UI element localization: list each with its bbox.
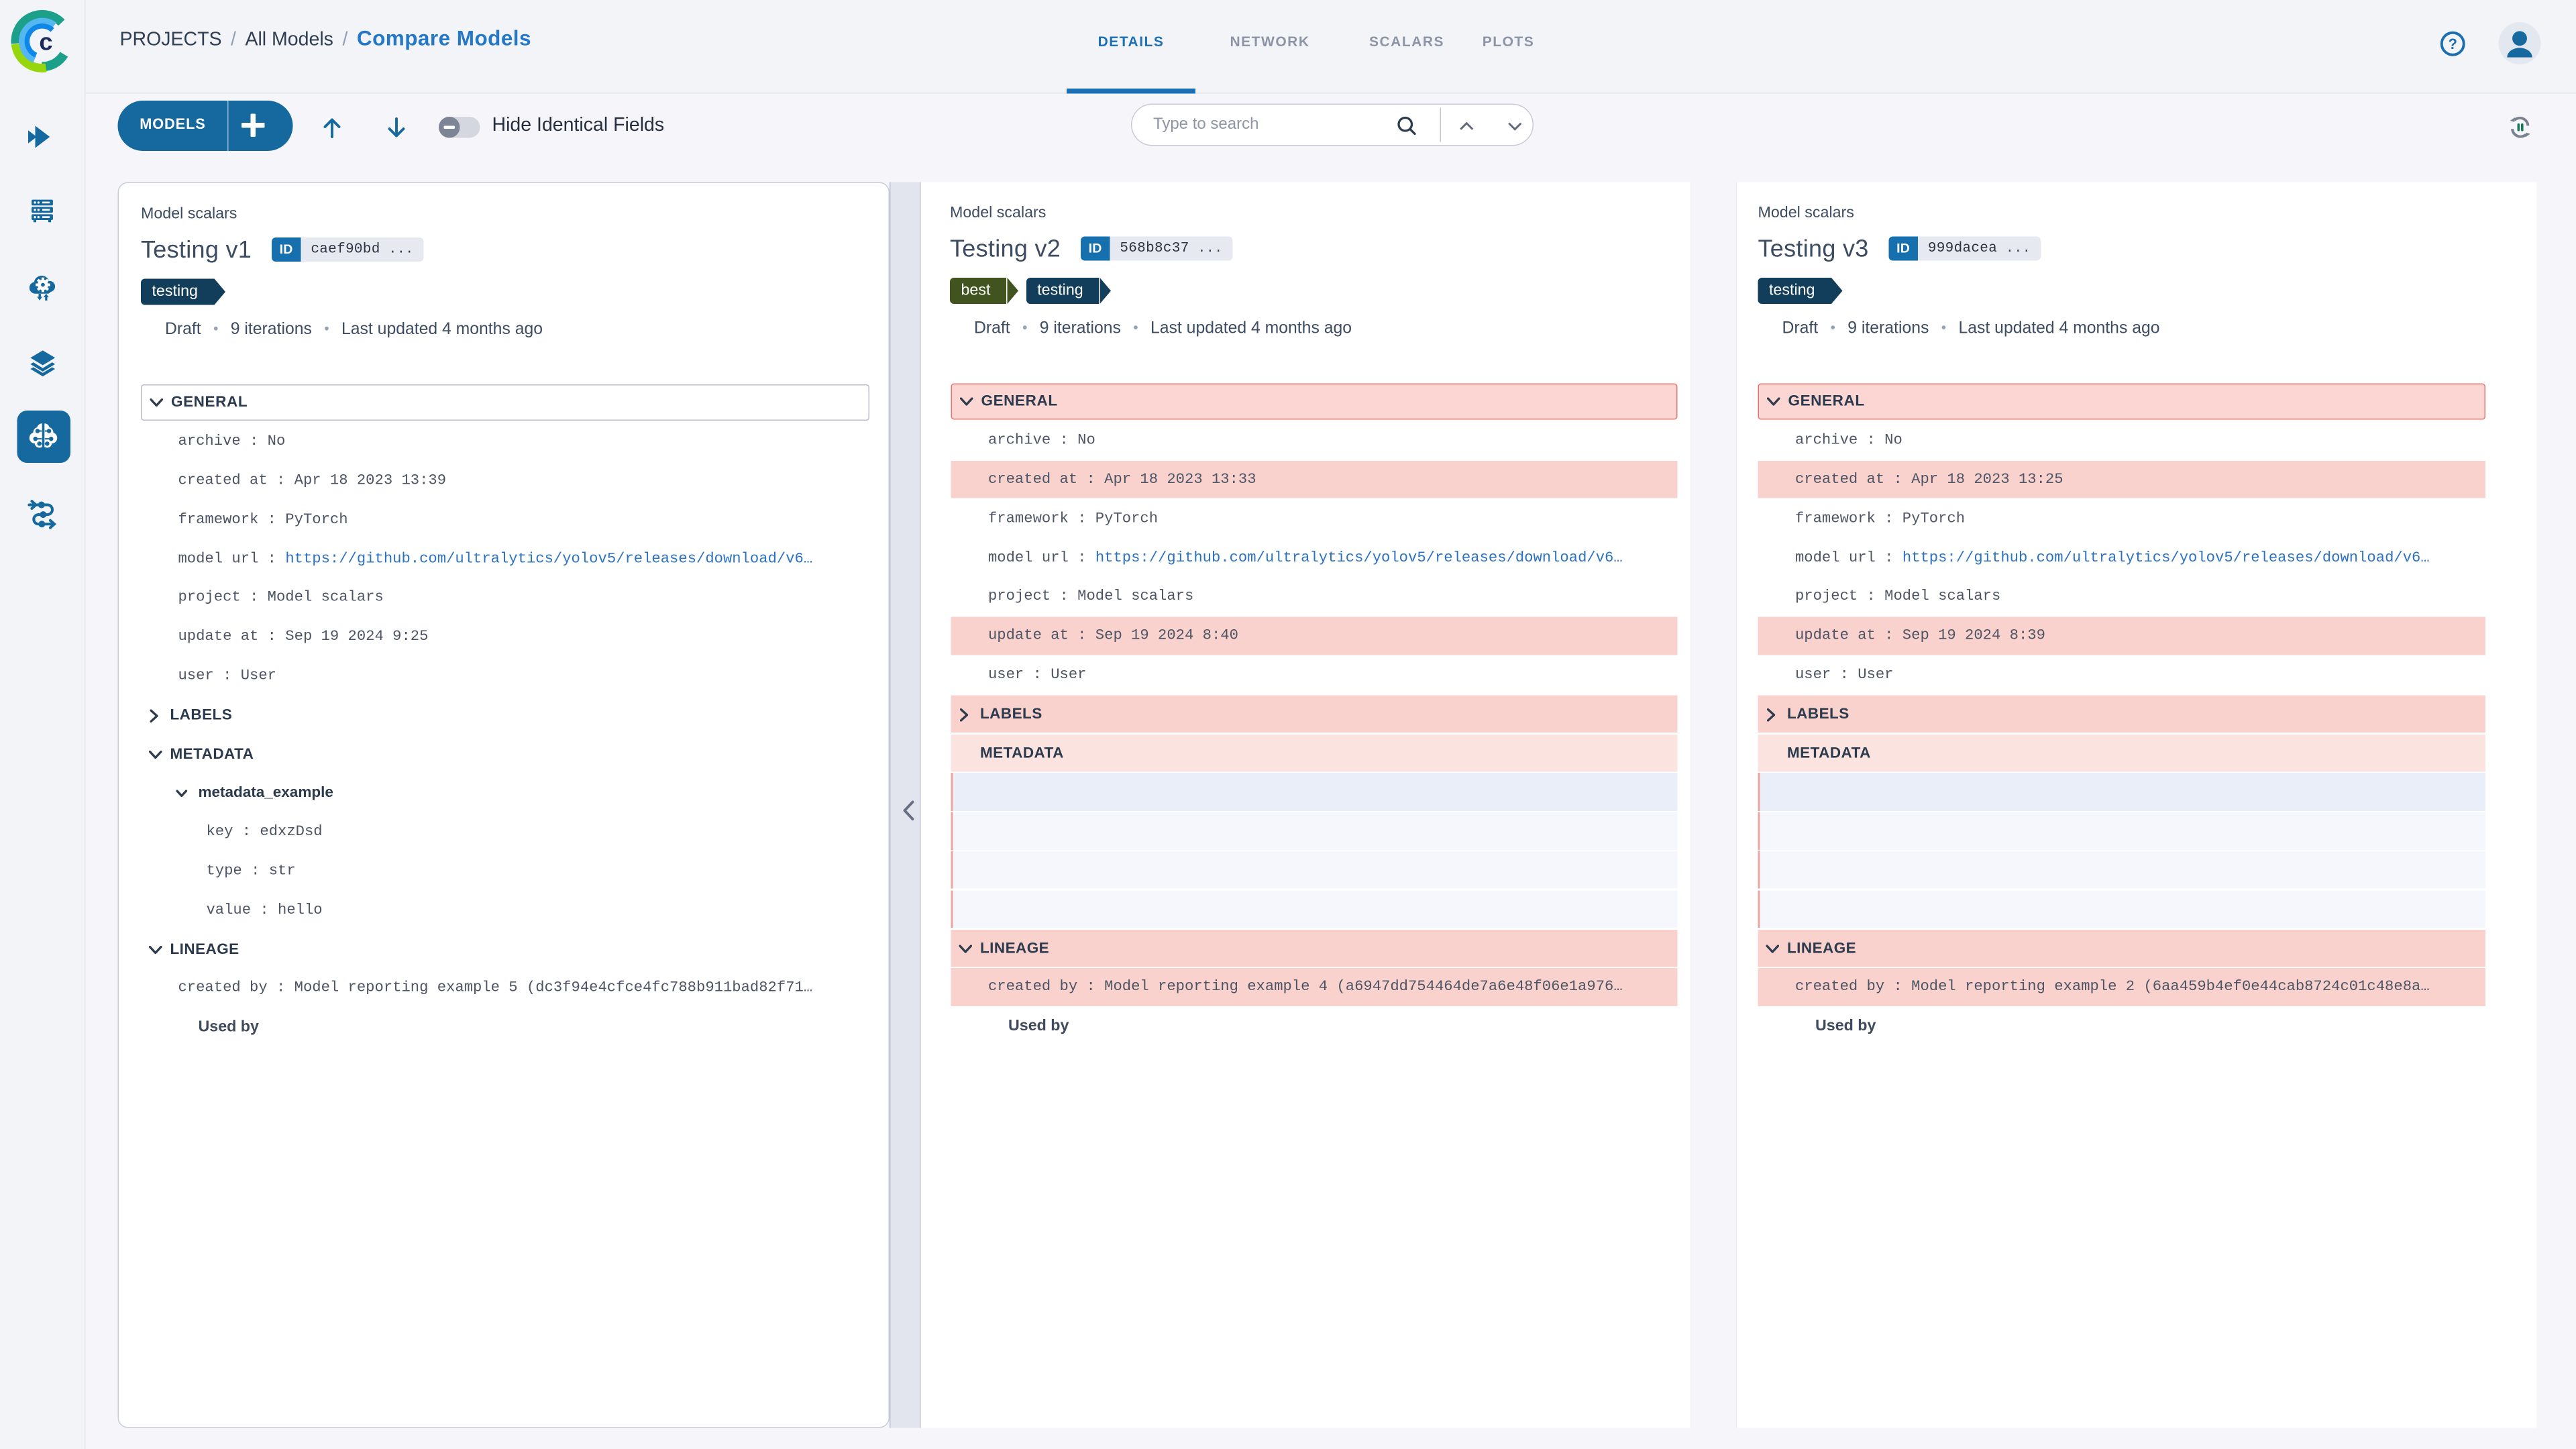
svg-text:?: ? <box>2449 35 2457 52</box>
svg-text:c: c <box>39 28 52 55</box>
